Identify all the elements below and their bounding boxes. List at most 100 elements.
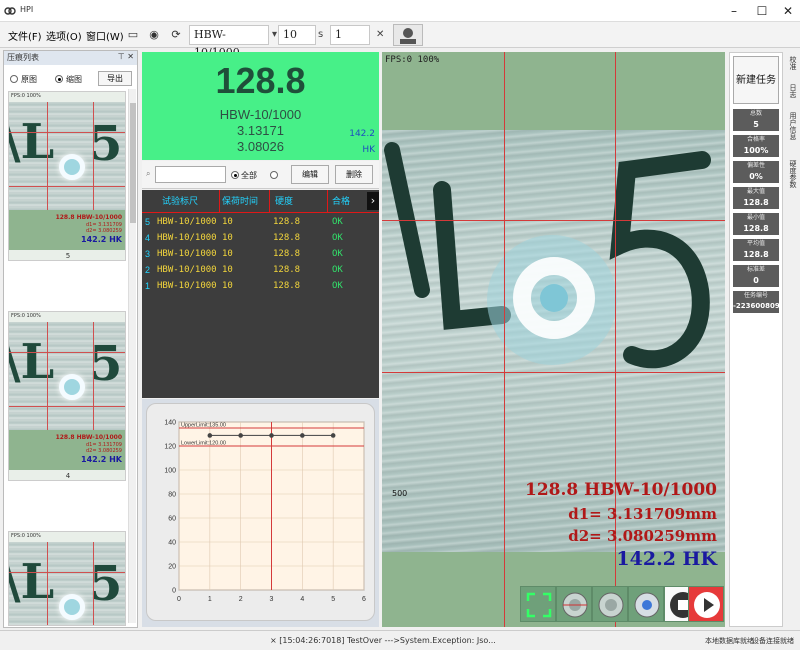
- result-hk-value: 142.2: [349, 129, 375, 139]
- fit-view-button[interactable]: [520, 586, 556, 622]
- camera-user-icon[interactable]: [393, 24, 423, 46]
- title-bar: HPI – ☐ ✕: [0, 0, 800, 22]
- indent-circle-icon: [562, 592, 588, 618]
- chart-y-tick: 20: [168, 564, 176, 571]
- edit-button[interactable]: 编辑: [291, 165, 329, 184]
- indent-list-panel: 压痕列表 ⊤ ✕ 原图 缩图 导出 FPS:0 100% \L 5 128.8 …: [3, 50, 138, 628]
- thumbnail-crosshair-v2: [93, 322, 94, 430]
- row-time: 10: [222, 217, 233, 227]
- filter-input[interactable]: [155, 166, 226, 183]
- start-button[interactable]: [688, 586, 724, 622]
- row-index: 1: [145, 281, 151, 291]
- stat-label: 标准差: [733, 265, 779, 275]
- chart-x-tick: 2: [239, 596, 243, 603]
- maximize-button[interactable]: ☐: [752, 2, 772, 20]
- col-scale[interactable]: 试验标尺: [162, 194, 198, 207]
- target-icon[interactable]: ◉: [146, 27, 162, 43]
- capture-icon[interactable]: ⟳: [168, 27, 184, 43]
- table-row[interactable]: 3 HBW-10/1000 10 128.8 OK: [142, 249, 379, 263]
- col-time[interactable]: 保荷时间: [222, 194, 258, 207]
- chart-y-tick: 0: [172, 588, 176, 595]
- col-hardness[interactable]: 硬度: [275, 194, 293, 207]
- radio-all[interactable]: [231, 171, 239, 179]
- camera-fps: FPS:0 100%: [385, 55, 440, 65]
- keyboard-icon[interactable]: ▭: [125, 27, 141, 43]
- camera-view[interactable]: FPS:0 100% 500 128.8 HBW-10/1000 d1= 3.1…: [382, 52, 725, 627]
- scrollbar-thumb[interactable]: [130, 103, 136, 223]
- standard-select[interactable]: HBW-10/1000: [189, 25, 269, 59]
- crosshair-horizontal-top[interactable]: [382, 220, 725, 221]
- thumbnail-image: \L 5: [9, 542, 125, 625]
- chart-data-point: [330, 433, 336, 438]
- focus-button[interactable]: [628, 586, 664, 622]
- standard-dropdown-icon[interactable]: ▾: [272, 29, 277, 40]
- tab-user-info[interactable]: 用户信息: [786, 112, 798, 140]
- table-row[interactable]: 4 HBW-10/1000 10 128.8 OK: [142, 233, 379, 247]
- radio-original-label: 原图: [21, 75, 37, 84]
- clear-icon[interactable]: ✕: [376, 29, 384, 40]
- radio-thumbnail[interactable]: [55, 75, 63, 83]
- result-standard: HBW-10/1000: [219, 107, 302, 122]
- result-panel: 128.8 HBW-10/1000 3.13171 3.08026 142.2 …: [142, 52, 379, 160]
- table-row[interactable]: 2 HBW-10/1000 10 128.8 OK: [142, 265, 379, 279]
- new-task-button[interactable]: 新建任务: [733, 56, 779, 104]
- row-hardness: 128.8: [273, 217, 301, 227]
- menu-file[interactable]: 文件(F): [8, 28, 42, 43]
- tab-hardness-params[interactable]: 硬度参数: [786, 160, 798, 188]
- table-next-arrow[interactable]: ›: [367, 192, 379, 210]
- thumbnail-image: \L 5: [9, 322, 125, 430]
- thumbnail-result: 128.8 HBW-10/1000: [55, 214, 122, 221]
- col-pass[interactable]: 合格: [332, 194, 350, 207]
- minimize-button[interactable]: –: [724, 2, 744, 20]
- window-title: HPI: [20, 5, 34, 14]
- col-divider: [327, 190, 328, 212]
- thumbnail-d2: d2= 3.080259: [86, 448, 122, 454]
- thumbnail-card[interactable]: FPS:0 100% \L 5: [8, 531, 126, 626]
- table-row[interactable]: 1 HBW-10/1000 10 128.8 OK: [142, 281, 379, 295]
- thumbnail-engraving-5: 5: [89, 556, 123, 612]
- hardness-chart: 0 1 2 3 4 5 6020406080100120140 UpperLimit:135.…: [164, 420, 366, 604]
- crosshair-horizontal-bottom[interactable]: [382, 372, 725, 373]
- row-time: 10: [222, 281, 233, 291]
- row-pass: OK: [332, 281, 343, 291]
- thumbnail-scrollbar[interactable]: [128, 89, 136, 623]
- radio-original[interactable]: [10, 75, 18, 83]
- radio-other[interactable]: [270, 171, 278, 179]
- count-select[interactable]: 1: [330, 25, 370, 45]
- thumbnail-index: 5: [65, 252, 71, 260]
- row-pass: OK: [332, 265, 343, 275]
- thumbnail-indent: [59, 154, 85, 180]
- pin-close-icons[interactable]: ⊤ ✕: [118, 52, 134, 61]
- delete-button[interactable]: 删除: [335, 165, 373, 184]
- row-hardness: 128.8: [273, 233, 301, 243]
- dwell-time-select[interactable]: 10: [278, 25, 316, 45]
- table-row[interactable]: 5 HBW-10/1000 10 128.8 OK: [142, 217, 379, 231]
- indent-auto-icon: [598, 592, 624, 618]
- row-pass: OK: [332, 233, 343, 243]
- result-d2: 3.08026: [237, 139, 284, 154]
- crosshair-vertical-left[interactable]: [504, 52, 505, 627]
- row-hardness: 128.8: [273, 265, 301, 275]
- thumbnail-card[interactable]: FPS:0 100% \L 5 128.8 HBW-10/1000 d1= 3.…: [8, 91, 126, 261]
- tab-log[interactable]: 日志: [786, 84, 798, 98]
- stat-label: 偏差性: [733, 161, 779, 171]
- menu-window[interactable]: 窗口(W): [86, 28, 124, 43]
- menu-toolbar: 文件(F) 选项(O) 窗口(W) ▭ ◉ ⟳ HBW-10/1000 ▾ 10…: [0, 22, 800, 59]
- measure-manual-button[interactable]: [556, 586, 592, 622]
- row-scale: HBW-10/1000: [157, 249, 217, 259]
- chart-data-point: [269, 433, 274, 438]
- chart-y-tick: 120: [164, 444, 176, 451]
- thumbnail-d2: d2= 3.080259: [86, 228, 122, 234]
- chart-y-tick: 60: [168, 516, 176, 523]
- filter-row: ⌕ 全部 编辑 删除: [142, 161, 379, 189]
- thumbnail-card[interactable]: FPS:0 100% \L 5 128.8 HBW-10/1000 d1= 3.…: [8, 311, 126, 481]
- stat-label: 合格率: [733, 135, 779, 145]
- menu-options[interactable]: 选项(O): [46, 28, 82, 43]
- measure-auto-button[interactable]: [592, 586, 628, 622]
- close-button[interactable]: ✕: [778, 2, 798, 20]
- export-button[interactable]: 导出: [98, 71, 132, 86]
- row-pass: OK: [332, 217, 343, 227]
- thumbnail-crosshair-h2: [9, 186, 125, 187]
- tab-calibration[interactable]: 校准: [786, 56, 798, 70]
- status-message: × [15:04:26:7018] TestOver --->System.Ex…: [270, 636, 496, 645]
